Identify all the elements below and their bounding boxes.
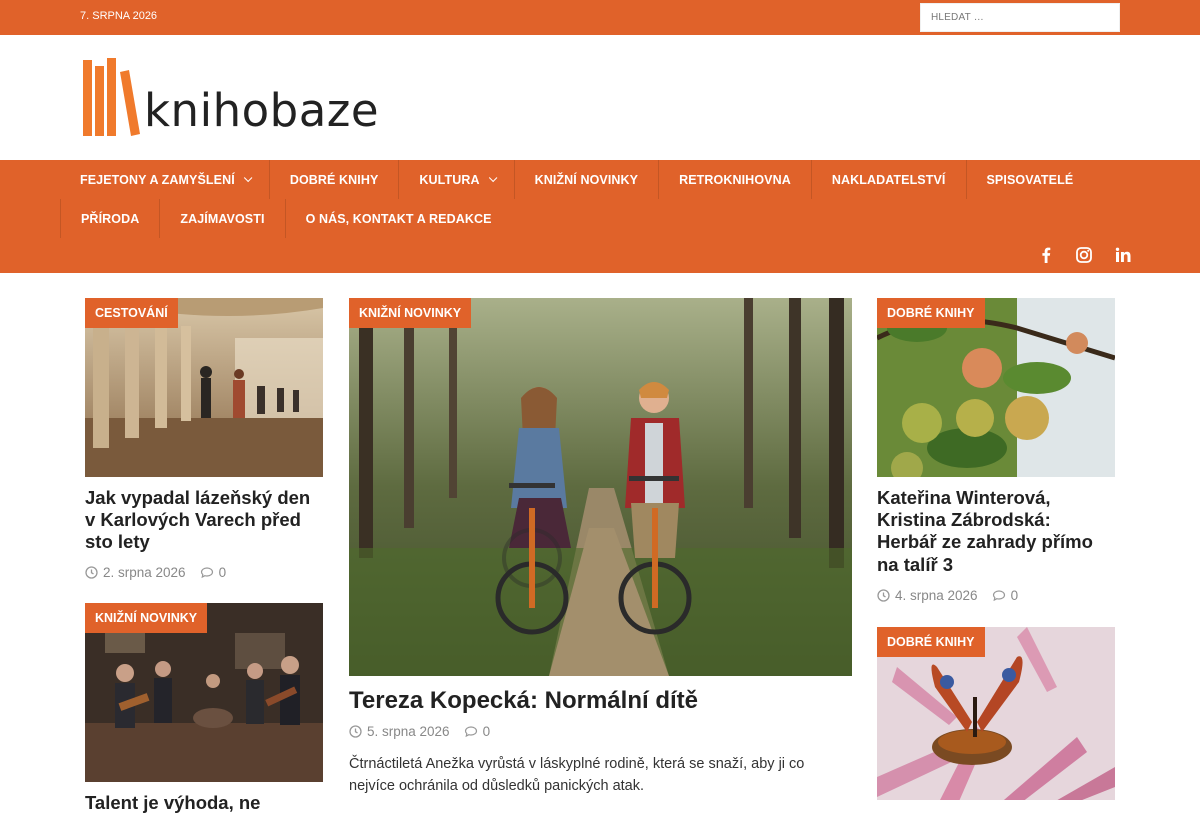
nav-item-kultura[interactable]: KULTURA [399,160,515,199]
article-title[interactable]: Talent je výhoda, ne [85,792,323,814]
article-thumbnail[interactable] [349,298,852,676]
article-excerpt: Čtrnáctiletá Anežka vyrůstá v láskyplné … [349,756,805,794]
nav-row-1: FEJETONY A ZAMYŠLENÍ DOBRÉ KNIHY KULTURA… [60,160,1093,199]
category-badge[interactable]: CESTOVÁNÍ [85,298,178,328]
article-meta: 2. srpna 2026 0 [85,565,226,580]
article-meta: 4. srpna 2026 0 [877,588,1018,603]
article-title[interactable]: Kateřina Winterová, Kristina Zábrodská: … [877,487,1115,576]
nav-item-label: RETROKNIHOVNA [679,172,791,187]
category-badge[interactable]: KNIŽNÍ NOVINKY [85,603,208,633]
nav-item-label: NAKLADATELSTVÍ [831,172,946,187]
nav-item-label: O NÁS, KONTAKT A REDAKCE [305,211,492,226]
comment-count: 0 [482,724,491,739]
nav-item-priroda[interactable]: PŘÍRODA [60,199,161,238]
comments-link[interactable]: 0 [992,588,1019,603]
nav-item-o-nas[interactable]: O NÁS, KONTAKT A REDAKCE [286,199,512,238]
bicycles-forest-photo [349,298,852,676]
clock-icon [877,589,890,602]
article-date: 5. srpna 2026 [367,724,450,739]
nav-item-label: DOBRÉ KNIHY [289,172,379,187]
comment-icon [464,726,477,738]
current-date: 7. SRPNA 2026 [80,10,158,22]
article-meta: 5. srpna 2026 0 [349,724,490,739]
nav-item-retroknihovna[interactable]: RETROKNIHOVNA [659,160,812,199]
nav-item-label: KULTURA [419,172,480,187]
comment-count: 0 [1010,588,1019,603]
search-input[interactable] [920,3,1120,32]
article-date: 2. srpna 2026 [103,565,186,580]
category-badge[interactable]: DOBRÉ KNIHY [877,298,985,328]
nav-item-dobre-knihy[interactable]: DOBRÉ KNIHY [270,160,400,199]
nav-item-spisovatele[interactable]: SPISOVATELÉ [967,160,1094,199]
article-card-herbar[interactable]: DOBRÉ KNIHY Kateřina Winterová, Kristina… [877,298,1115,616]
category-badge[interactable]: DOBRÉ KNIHY [877,627,985,657]
top-bar: 7. SRPNA 2026 [0,0,1200,35]
comment-icon [992,590,1005,602]
nav-item-label: KNIŽNÍ NOVINKY [534,172,639,187]
site-logo[interactable]: knihobaze [82,58,382,138]
nav-item-zajimavosti[interactable]: ZAJÍMAVOSTI [160,199,286,238]
comment-count: 0 [218,565,227,580]
nav-item-knizni-novinky[interactable]: KNIŽNÍ NOVINKY [515,160,660,199]
facebook-icon[interactable] [1036,245,1056,265]
clock-icon [349,725,362,738]
comments-link[interactable]: 0 [200,565,227,580]
article-date: 4. srpna 2026 [895,588,978,603]
chevron-down-icon [243,173,253,182]
site-header: knihobaze [0,35,1200,160]
article-card-butterfly[interactable]: DOBRÉ KNIHY [877,627,1115,800]
main-navigation: FEJETONY A ZAMYŠLENÍ DOBRÉ KNIHY KULTURA… [0,160,1200,273]
nav-item-label: SPISOVATELÉ [986,172,1074,187]
books-logo-icon [83,58,140,136]
nav-item-label: PŘÍRODA [81,211,140,226]
article-card-talent[interactable]: KNIŽNÍ NOVINKY Talent je výhoda, ne [85,603,323,813]
article-card-karlovy-vary[interactable]: CESTOVÁNÍ Jak vypadal lázeňský den v Kar… [85,298,323,593]
comments-link[interactable]: 0 [464,724,491,739]
nav-item-label: FEJETONY A ZAMYŠLENÍ [80,172,235,187]
article-card-featured[interactable]: KNIŽNÍ NOVINKY Tereza Kopecká: Normální … [349,298,852,800]
article-title[interactable]: Jak vypadal lázeňský den v Karlových Var… [85,487,323,554]
instagram-icon[interactable] [1074,245,1094,265]
clock-icon [85,566,98,579]
comment-icon [200,567,213,579]
article-title[interactable]: Tereza Kopecká: Normální dítě [349,687,852,716]
nav-row-2: PŘÍRODA ZAJÍMAVOSTI O NÁS, KONTAKT A RED… [60,199,512,238]
nav-item-fejetony[interactable]: FEJETONY A ZAMYŠLENÍ [60,160,270,199]
nav-item-nakladatelstvi[interactable]: NAKLADATELSTVÍ [812,160,967,199]
linkedin-icon[interactable] [1113,245,1133,265]
logo-wordmark: knihobaze [144,84,380,137]
nav-item-label: ZAJÍMAVOSTI [180,211,265,226]
category-badge[interactable]: KNIŽNÍ NOVINKY [349,298,472,328]
chevron-down-icon [488,173,497,182]
